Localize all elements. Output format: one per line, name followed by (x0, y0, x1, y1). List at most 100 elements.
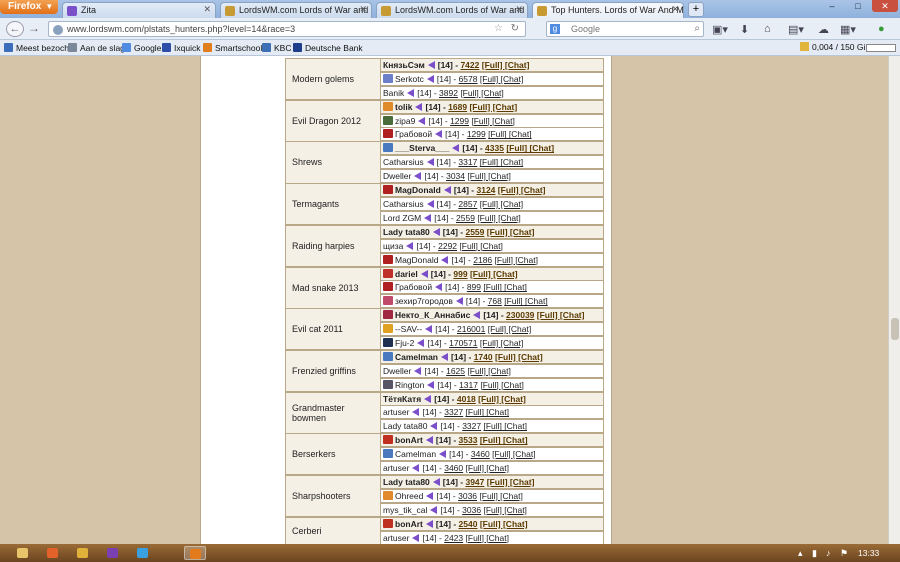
player-name-link[interactable]: Lord ZGM (383, 213, 421, 223)
hunt-score-link[interactable]: 3317 (458, 157, 477, 167)
taskbar-app-button[interactable] (42, 546, 64, 560)
close-window-button[interactable]: ✕ (872, 0, 898, 12)
player-name-link[interactable]: щиза (383, 241, 403, 251)
clan-flag-icon[interactable] (383, 73, 393, 83)
full-chat-links[interactable]: [Full] [Chat] (480, 435, 528, 445)
clan-flag-icon[interactable] (383, 351, 393, 361)
hunt-score-link[interactable]: 3124 (477, 185, 496, 195)
browser-tab[interactable]: LordsWM.com Lords of War and Mo...✕ (220, 2, 372, 18)
hunt-score-link[interactable]: 2857 (458, 199, 477, 209)
hunt-score-link[interactable]: 3533 (459, 435, 478, 445)
taskbar-app-button[interactable] (132, 546, 154, 560)
hunt-score-link[interactable]: 1299 (467, 129, 486, 139)
player-name-link[interactable]: КнязьСэм (383, 60, 425, 70)
sync-icon[interactable]: ☁ (818, 23, 829, 36)
tray-arrow-icon[interactable]: ▴ (798, 548, 803, 559)
network-icon[interactable]: ▮ (812, 548, 817, 559)
hunt-score-link[interactable]: 768 (488, 296, 502, 306)
bookmark-item[interactable]: Deutsche Bank (293, 43, 363, 53)
player-name-link[interactable]: Грабовой (395, 282, 432, 292)
player-name-link[interactable]: dariel (395, 269, 418, 279)
player-name-link[interactable]: bonArt (395, 519, 423, 529)
hunt-score-link[interactable]: 3034 (446, 171, 465, 181)
player-name-link[interactable]: tolik (395, 102, 412, 112)
player-name-link[interactable]: Dweller (383, 171, 411, 181)
player-name-link[interactable]: MagDonald (395, 255, 438, 265)
full-chat-links[interactable]: [Full] [Chat] (483, 282, 526, 292)
full-chat-links[interactable]: [Full] [Chat] (480, 199, 523, 209)
scrollbar-thumb[interactable] (891, 318, 899, 340)
player-name-link[interactable]: artuser (383, 407, 409, 417)
player-name-link[interactable]: Fju-2 (395, 338, 414, 348)
player-name-link[interactable]: MagDonald (395, 185, 441, 195)
bookmarks-list-icon[interactable]: ▣▾ (712, 23, 728, 36)
taskbar-app-button[interactable] (72, 546, 94, 560)
hunt-score-link[interactable]: 3460 (471, 449, 490, 459)
url-bar[interactable]: www.lordswm.com/plstats_hunters.php?leve… (48, 21, 526, 37)
hunt-score-link[interactable]: 230039 (506, 310, 534, 320)
volume-icon[interactable]: ♪ (826, 548, 831, 558)
full-chat-links[interactable]: [Full] [Chat] (498, 185, 546, 195)
bookmark-item[interactable]: Google (122, 43, 161, 53)
hunt-score-link[interactable]: 1740 (474, 352, 493, 362)
full-chat-links[interactable]: [Full] [Chat] (477, 213, 520, 223)
maximize-button[interactable]: □ (846, 0, 870, 12)
full-chat-links[interactable]: [Full] [Chat] (470, 269, 518, 279)
clan-flag-icon[interactable] (383, 379, 393, 389)
hunt-score-link[interactable]: 2540 (459, 519, 478, 529)
clan-flag-icon[interactable] (383, 518, 393, 528)
player-name-link[interactable]: Lady tata80 (383, 227, 430, 237)
hunt-score-link[interactable]: 7422 (460, 60, 479, 70)
full-chat-links[interactable]: [Full] [Chat] (488, 324, 531, 334)
taskbar-app-button[interactable] (102, 546, 124, 560)
full-chat-links[interactable]: [Full] [Chat] (482, 60, 530, 70)
player-name-link[interactable]: Catharsius (383, 199, 424, 209)
hunt-score-link[interactable]: 899 (467, 282, 481, 292)
forward-button[interactable]: → (28, 21, 40, 35)
hunt-score-link[interactable]: 3460 (444, 463, 463, 473)
close-tab-icon[interactable]: ✕ (671, 4, 679, 15)
hunt-score-link[interactable]: 999 (453, 269, 467, 279)
player-name-link[interactable]: зехир7городов (395, 296, 453, 306)
player-name-link[interactable]: Lady tata80 (383, 477, 430, 487)
hunt-score-link[interactable]: 3036 (462, 505, 481, 515)
full-chat-links[interactable]: [Full] [Chat] (506, 143, 554, 153)
full-chat-links[interactable]: [Full] [Chat] (467, 171, 510, 181)
hunt-score-link[interactable]: 3892 (439, 88, 458, 98)
player-name-link[interactable]: artuser (383, 463, 409, 473)
clan-flag-icon[interactable] (383, 129, 393, 139)
player-name-link[interactable]: ТётяКатя (383, 394, 421, 404)
player-name-link[interactable]: Lady tata80 (383, 421, 427, 431)
full-chat-links[interactable]: [Full] [Chat] (480, 74, 523, 84)
hunt-score-link[interactable]: 3947 (465, 477, 484, 487)
full-chat-links[interactable]: [Full] [Chat] (460, 88, 503, 98)
player-name-link[interactable]: Грабовой (395, 129, 432, 139)
browser-tab[interactable]: LordsWM.com Lords of War and Mo...✕ (376, 2, 528, 18)
player-name-link[interactable]: Catharsius (383, 157, 424, 167)
bookmark-item[interactable]: Aan de slag (68, 43, 125, 53)
hunt-score-link[interactable]: 3327 (444, 407, 463, 417)
player-name-link[interactable]: mys_tik_cal (383, 505, 427, 515)
download-icon[interactable]: ⬇ (740, 23, 749, 36)
hunt-score-link[interactable]: 1317 (459, 380, 478, 390)
full-chat-links[interactable]: [Full] [Chat] (469, 102, 517, 112)
browser-tab[interactable]: Zita ✕ (62, 2, 216, 18)
clan-flag-icon[interactable] (383, 143, 393, 153)
player-name-link[interactable]: bonArt (395, 435, 423, 445)
taskbar-app-button[interactable] (184, 546, 206, 560)
full-chat-links[interactable]: [Full] [Chat] (488, 129, 531, 139)
full-chat-links[interactable]: [Full] [Chat] (537, 310, 585, 320)
taskbar-app-button[interactable] (12, 546, 34, 560)
back-button[interactable]: ← (6, 21, 24, 37)
full-chat-links[interactable]: [Full] [Chat] (467, 366, 510, 376)
bookmark-star-icon[interactable]: ☆ (494, 23, 503, 34)
hunt-score-link[interactable]: 1689 (448, 102, 467, 112)
hunt-score-link[interactable]: 6578 (459, 74, 478, 84)
firefox-menu-button[interactable]: Firefox ▼ (0, 0, 58, 14)
clan-flag-icon[interactable] (383, 490, 393, 500)
full-chat-links[interactable]: [Full] [Chat] (495, 255, 538, 265)
search-input[interactable]: g Google ⌕ (546, 21, 704, 37)
hunt-score-link[interactable]: 3327 (462, 421, 481, 431)
player-name-link[interactable]: ___Sterva___ (395, 143, 449, 153)
hunt-score-link[interactable]: 216001 (457, 324, 485, 334)
